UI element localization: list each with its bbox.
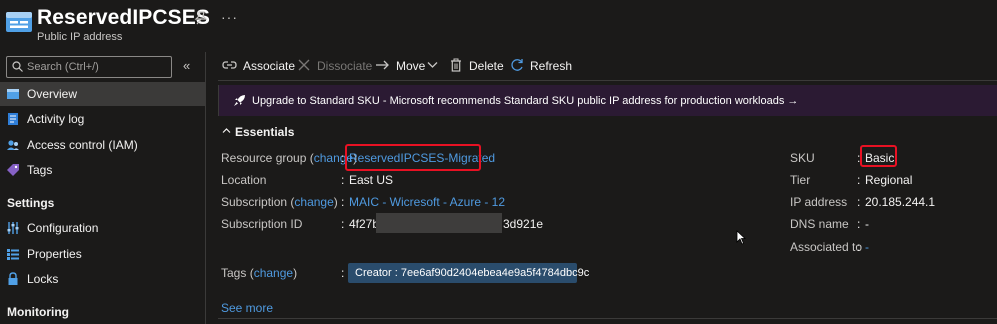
sku-label: SKU [790,151,815,165]
resource-group-label-text: Resource group [221,151,307,165]
sidebar-divider [205,52,206,324]
move-button[interactable]: Move [375,56,441,76]
tag-chip-text: Creator : 7ee6af90d2404ebea4e9a5f4784dbc… [355,267,590,279]
colon-separator: : [341,266,345,280]
mouse-cursor-icon [736,230,746,245]
tag-chip[interactable]: Creator : 7ee6af90d2404ebea4e9a5f4784dbc… [348,263,589,283]
associated-to-value[interactable]: - [865,240,869,254]
change-tags-link[interactable]: change [254,266,293,280]
sidebar-item-label: Locks [27,272,59,286]
public-ip-resource-icon [6,12,32,32]
iam-icon [7,140,19,150]
location-value: East US [349,173,394,187]
sidebar-item-overview[interactable]: Overview [0,82,205,106]
refresh-button[interactable]: Refresh [510,56,573,76]
properties-icon [7,249,19,260]
resource-sidebar: Search (Ctrl+/) « Overview Activity log … [0,52,205,324]
colon-separator: : [857,240,861,254]
refresh-label: Refresh [530,59,573,73]
sidebar-item-configuration[interactable]: Configuration [0,216,205,240]
pin-icon[interactable] [194,11,208,25]
associate-label: Associate [243,59,296,73]
close-icon [298,59,310,71]
upgrade-banner-text: Upgrade to Standard SKU - Microsoft reco… [252,95,799,107]
chevron-up-icon [222,128,231,133]
highlight-box-resource-group [345,144,481,171]
upgrade-sku-banner[interactable]: Upgrade to Standard SKU - Microsoft reco… [218,85,997,116]
sidebar-item-label: Configuration [27,221,99,235]
sidebar-item-locks[interactable]: Locks [0,267,205,291]
change-subscription-link[interactable]: change [294,195,333,209]
toolbar-divider [218,80,997,81]
colon-separator: : [341,151,345,165]
associate-button[interactable]: Associate [222,56,295,76]
tag-icon [7,164,19,176]
page-title: ReservedIPCSES [37,6,210,29]
trash-icon [451,58,461,72]
tier-label: Tier [790,173,811,187]
colon-separator: : [341,217,345,231]
settings-section-title: Settings [7,196,55,210]
delete-button[interactable]: Delete [450,56,504,76]
sidebar-item-label: Tags [27,163,53,177]
arrow-right-icon [376,60,389,70]
see-more-link[interactable]: See more [221,301,273,315]
tags-label-text: Tags [221,266,247,280]
more-options-button[interactable]: ··· [221,9,238,25]
colon-separator: : [341,173,345,187]
subscription-label-text: Subscription [221,195,288,209]
monitoring-section-title: Monitoring [7,305,69,319]
sidebar-item-properties[interactable]: Properties [0,242,205,266]
subscription-id-suffix: 3d921e [503,217,544,231]
colon-separator: : [857,173,861,187]
sidebar-item-label: Properties [27,247,82,261]
tier-value: Regional [865,173,913,187]
refresh-icon [511,59,523,71]
sidebar-item-label: Activity log [27,112,85,126]
lock-icon [8,272,18,285]
tags-label: Tags (change) [221,266,298,280]
overview-icon [7,89,19,99]
colon-separator: : [341,195,345,209]
location-label: Location [221,173,267,187]
colon-separator: : [857,195,861,209]
collapse-sidebar-button[interactable]: « [183,58,190,73]
delete-label: Delete [469,59,504,73]
essentials-bottom-divider [218,318,997,319]
sidebar-item-activity-log[interactable]: Activity log [0,107,205,131]
sidebar-item-label: Overview [27,87,78,101]
subscription-label: Subscription (change) [221,195,338,209]
sidebar-item-iam[interactable]: Access control (IAM) [0,133,205,157]
subscription-id-prefix: 4f27b [349,217,380,231]
dissociate-label: Dissociate [317,59,373,73]
redacted-block [376,213,502,233]
dns-name-label: DNS name [790,217,849,231]
search-placeholder: Search (Ctrl+/) [27,61,99,73]
highlight-box-sku [860,145,897,167]
ip-address-value: 20.185.244.1 [865,195,936,209]
dns-name-value: - [865,217,869,231]
resource-group-label: Resource group (change) [221,151,358,165]
rocket-icon [234,95,245,106]
search-icon [12,61,23,72]
sidebar-item-tags[interactable]: Tags [0,158,205,182]
subscription-value-link[interactable]: MAIC - Wicresoft - Azure - 12 [349,195,505,209]
page-subtitle: Public IP address [37,31,123,43]
dissociate-button[interactable]: Dissociate [297,56,373,76]
essentials-title: Essentials [235,125,295,139]
link-icon [222,61,237,69]
search-input[interactable]: Search (Ctrl+/) [6,56,172,78]
colon-separator: : [857,217,861,231]
subscription-id-label: Subscription ID [221,217,303,231]
associated-to-label: Associated to [790,240,863,254]
resource-header: ReservedIPCSES Public IP address ··· [0,0,997,52]
configuration-icon [7,222,19,234]
activity-log-icon [8,113,18,125]
chevron-down-icon [427,62,438,68]
move-label: Move [396,59,426,73]
ip-address-label: IP address [790,195,848,209]
sidebar-item-label: Access control (IAM) [27,138,138,152]
